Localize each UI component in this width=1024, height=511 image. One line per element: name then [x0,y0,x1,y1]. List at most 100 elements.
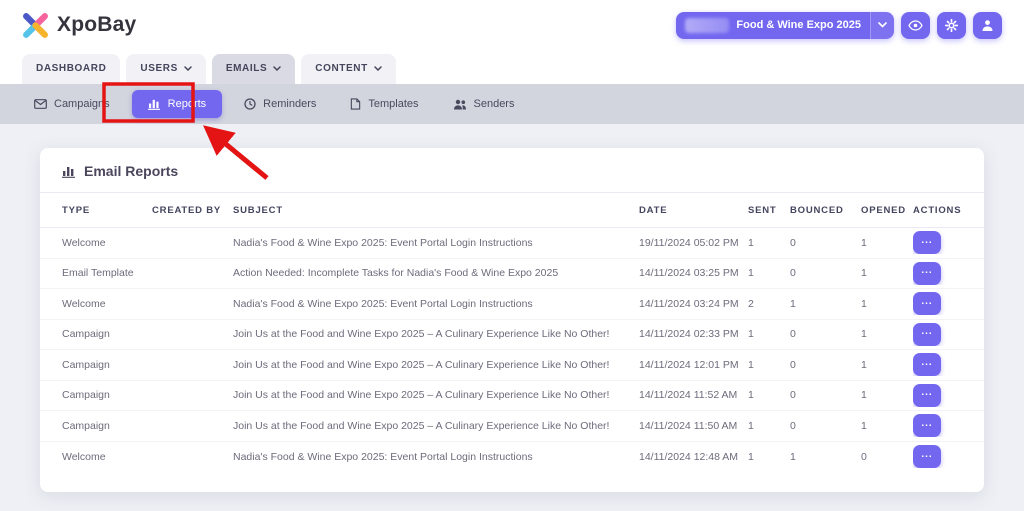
table-row: Campaign Join Us at the Food and Wine Exp… [40,381,984,412]
cell-sent: 1 [748,328,790,340]
redacted-event-prefix [685,18,729,33]
cell-type: Campaign [62,328,152,340]
cell-date: 14/11/2024 03:24 PM [639,298,748,310]
cell-bounced: 0 [790,389,861,401]
cell-bounced: 0 [790,267,861,279]
subnav-item-reports[interactable]: Reports [132,90,223,118]
column-header-created-by: Created By [152,205,233,216]
cell-date: 14/11/2024 11:52 AM [639,389,748,401]
cell-actions: ... [913,323,962,346]
preview-eye-button[interactable] [901,12,930,39]
event-selector-label: Food & Wine Expo 2025 [736,19,861,31]
subnav-item-label: Reminders [263,98,316,110]
subnav-item-campaigns[interactable]: Campaigns [22,90,122,118]
cell-type: Campaign [62,420,152,432]
cell-subject: Join Us at the Food and Wine Expo 2025 –… [233,420,639,432]
chevron-down-icon [870,12,894,39]
cell-date: 14/11/2024 03:25 PM [639,267,748,279]
cell-date: 19/11/2024 05:02 PM [639,237,748,249]
emails-subnav: Campaigns Reports Reminders Templates Sender… [0,84,1024,124]
app-header: XpoBay Food & Wine Expo 2025 [0,0,1024,50]
column-header-bounced: Bounced [790,205,861,216]
page-content: Email Reports TypeCreated BySubjectDateS… [0,124,1024,511]
cell-bounced: 0 [790,237,861,249]
gear-icon [945,19,958,32]
bar-chart-icon [62,165,76,178]
cell-type: Welcome [62,237,152,249]
column-header-date: Date [639,205,748,216]
column-header-sent: Sent [748,205,790,216]
card-title: Email Reports [84,163,178,179]
cell-subject: Join Us at the Food and Wine Expo 2025 –… [233,389,639,401]
chevron-down-icon [184,66,192,71]
cell-type: Email Template [62,267,152,279]
row-actions-button[interactable]: ... [913,323,941,346]
cell-subject: Nadia's Food & Wine Expo 2025: Event Por… [233,451,639,463]
cell-type: Campaign [62,359,152,371]
cell-subject: Nadia's Food & Wine Expo 2025: Event Por… [233,298,639,310]
email-reports-card: Email Reports TypeCreated BySubjectDateS… [40,148,984,492]
cell-subject: Join Us at the Food and Wine Expo 2025 –… [233,328,639,340]
ellipsis-icon: ... [921,449,932,460]
cell-opened: 0 [861,451,913,463]
subnav-item-templates[interactable]: Templates [338,90,430,118]
cell-sent: 1 [748,359,790,371]
row-actions-button[interactable]: ... [913,384,941,407]
table-row: WelcomeNadia's Food & Wine Expo 2025: Ev… [40,442,984,473]
row-actions-button[interactable]: ... [913,414,941,437]
column-header-subject: Subject [233,205,639,216]
column-header-actions: Actions [913,205,962,216]
brand-logo[interactable]: XpoBay [22,12,136,39]
cell-date: 14/11/2024 11:50 AM [639,420,748,432]
column-header-opened: Opened [861,205,913,216]
cell-subject: Action Needed: Incomplete Tasks for Nadi… [233,267,639,279]
cell-actions: ... [913,414,962,437]
tab-label: USERS [140,63,177,74]
row-actions-button[interactable]: ... [913,353,941,376]
row-actions-button[interactable]: ... [913,292,941,315]
tab-label: DASHBOARD [36,63,106,74]
table-row: Welcome Nadia's Food & Wine Expo 2025: Ev… [40,289,984,320]
cell-opened: 1 [861,298,913,310]
cell-opened: 1 [861,328,913,340]
tab-dashboard[interactable]: DASHBOARD [22,54,120,84]
subnav-item-reminders[interactable]: Reminders [232,90,328,118]
cell-type: Welcome [62,298,152,310]
table-row: Welcome Nadia's Food & Wine Expo 2025: Ev… [40,228,984,259]
cell-opened: 1 [861,237,913,249]
main-nav-tabs: DASHBOARD USERS EMAILSCONTENT [0,50,1024,84]
settings-button[interactable] [937,12,966,39]
clock-icon [244,98,256,110]
ellipsis-icon: ... [921,235,932,246]
user-profile-button[interactable] [973,12,1002,39]
xpobay-logo-icon [22,12,49,39]
row-actions-button[interactable]: ... [913,262,941,285]
cell-bounced: 1 [790,451,861,463]
ellipsis-icon: ... [921,357,932,368]
event-selector-dropdown[interactable]: Food & Wine Expo 2025 [676,12,894,39]
ellipsis-icon: ... [921,326,932,337]
cell-opened: 1 [861,420,913,432]
table-row: Campaign Join Us at the Food and Wine Exp… [40,320,984,351]
tab-emails[interactable]: EMAILS [212,54,295,84]
cell-sent: 1 [748,237,790,249]
cell-actions: ... [913,292,962,315]
cell-bounced: 0 [790,328,861,340]
row-actions-button[interactable]: ... [913,231,941,254]
file-icon [350,98,361,110]
user-icon [981,19,994,32]
subnav-item-senders[interactable]: Senders [441,90,527,118]
tab-users[interactable]: USERS [126,54,205,84]
chevron-down-icon [374,66,382,71]
tab-content[interactable]: CONTENT [301,54,396,84]
row-actions-button[interactable]: ... [913,445,941,468]
brand-name: XpoBay [57,13,136,37]
cell-actions: ... [913,262,962,285]
cell-subject: Nadia's Food & Wine Expo 2025: Event Por… [233,237,639,249]
table-row: CampaignJoin Us at the Food and Wine Exp… [40,350,984,381]
email-reports-table: Welcome Nadia's Food & Wine Expo 2025: Ev… [40,228,984,472]
subnav-item-label: Senders [474,98,515,110]
cell-actions: ... [913,445,962,468]
cell-date: 14/11/2024 02:33 PM [639,328,748,340]
cell-type: Campaign [62,389,152,401]
